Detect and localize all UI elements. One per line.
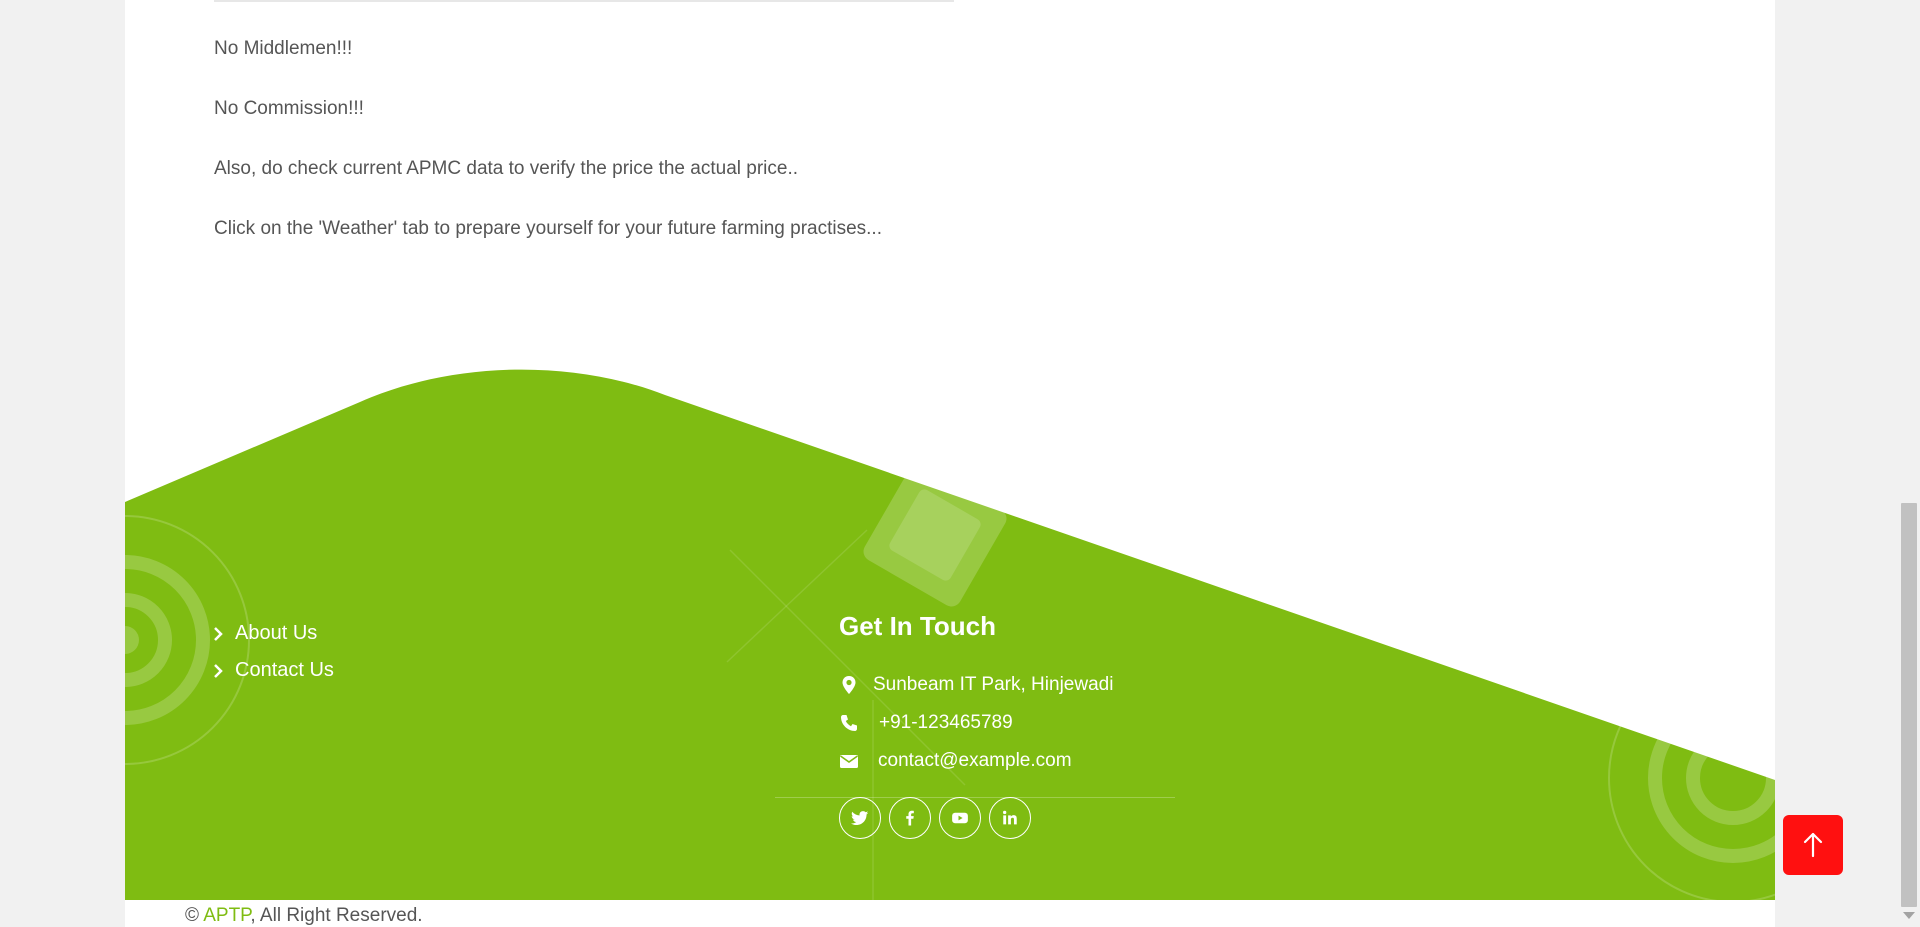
contact-address: Sunbeam IT Park, Hinjewadi (839, 674, 1113, 696)
twitter-icon (851, 811, 869, 826)
scroll-down-arrow-icon[interactable] (1903, 912, 1915, 919)
facebook-button[interactable] (889, 797, 931, 839)
copyright-text: © APTP, All Right Reserved. (185, 905, 423, 927)
linkedin-icon (1003, 810, 1017, 825)
contact-phone-text: +91-123465789 (879, 712, 1013, 733)
contact-address-text: Sunbeam IT Park, Hinjewadi (873, 674, 1114, 695)
contact-email: contact@example.com (839, 750, 1072, 772)
contact-email-text: contact@example.com (878, 750, 1072, 771)
copyright-suffix: , All Right Reserved. (250, 905, 423, 926)
linkedin-button[interactable] (989, 797, 1031, 839)
youtube-button[interactable] (939, 797, 981, 839)
quick-links: About Us Contact Us (213, 615, 334, 689)
footer-link-about-us[interactable]: About Us (213, 615, 334, 652)
footer-link-label: About Us (235, 622, 318, 644)
brand-link[interactable]: APTP (203, 905, 250, 926)
map-marker-icon (842, 676, 856, 694)
footer-link-contact-us[interactable]: Contact Us (213, 652, 334, 689)
contact-phone: +91-123465789 (839, 712, 1013, 734)
phone-icon (841, 715, 857, 731)
copyright-symbol: © (185, 905, 199, 926)
page-container: No Middlemen!!! No Commission!!! Also, d… (125, 0, 1775, 927)
back-to-top-button[interactable] (1783, 815, 1843, 875)
scrollbar-thumb[interactable] (1901, 503, 1917, 907)
get-in-touch-title: Get In Touch (839, 611, 996, 641)
footer-link-label: Contact Us (235, 659, 334, 681)
chevron-right-icon (214, 663, 223, 678)
facebook-icon (906, 810, 914, 826)
chevron-right-icon (214, 626, 223, 641)
social-links (839, 797, 1031, 839)
arrow-up-icon (1803, 832, 1823, 858)
footer-background (125, 369, 1775, 903)
twitter-button[interactable] (839, 797, 881, 839)
vertical-scrollbar[interactable] (1898, 0, 1920, 927)
youtube-icon (952, 812, 968, 824)
envelope-icon (840, 755, 858, 768)
